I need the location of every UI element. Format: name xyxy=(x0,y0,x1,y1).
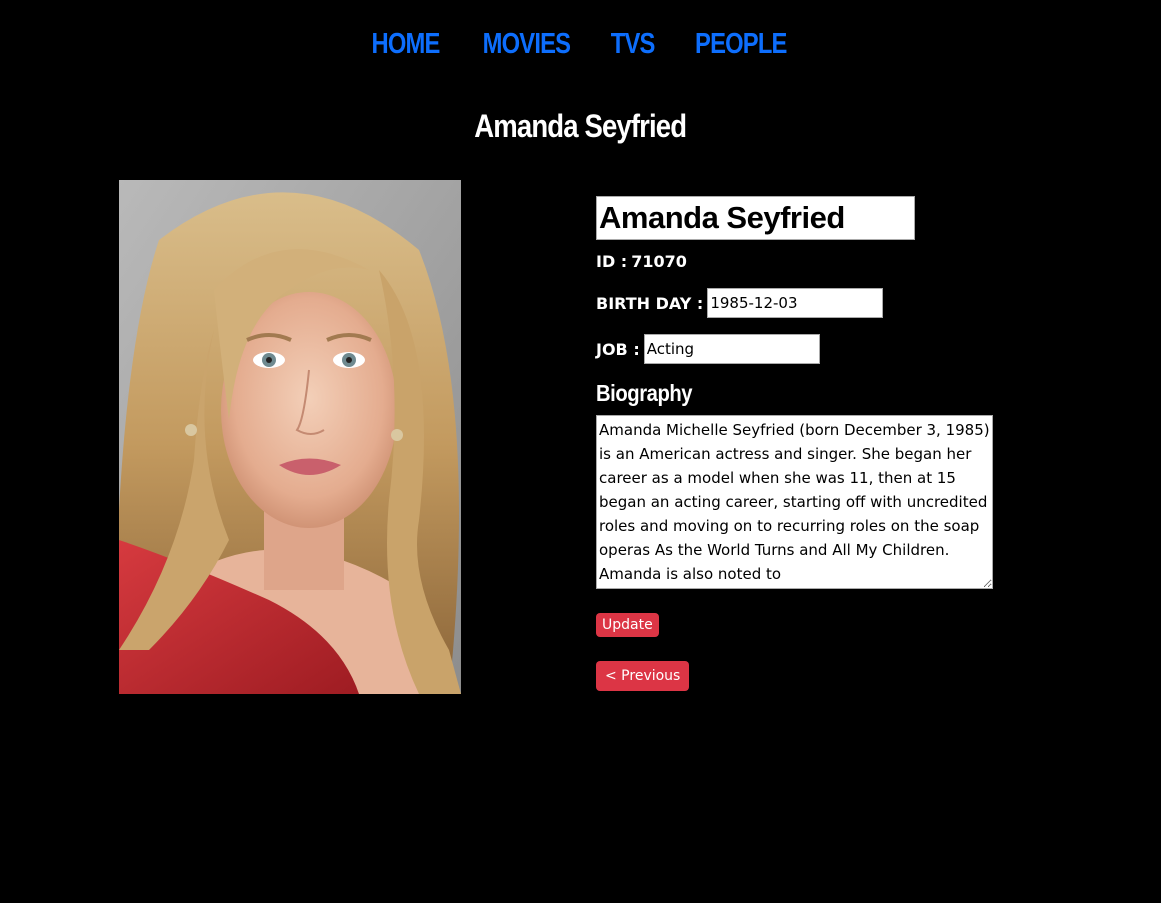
nav-home-link[interactable]: HOME xyxy=(372,28,441,61)
id-value: 71070 xyxy=(631,252,687,271)
biography-heading-text: Biography xyxy=(596,380,693,406)
top-nav: HOME MOVIES TVS PEOPLE xyxy=(0,28,1161,61)
job-row: JOB : xyxy=(596,334,1016,364)
page-title-text: Amanda Seyfried xyxy=(474,108,688,144)
birthday-row: BIRTH DAY : xyxy=(596,288,1016,318)
id-label: ID : xyxy=(596,252,628,271)
nav-tvs-link[interactable]: TVS xyxy=(611,28,656,61)
person-form: ID : 71070 BIRTH DAY : JOB : Biography A… xyxy=(596,196,1016,691)
id-row: ID : 71070 xyxy=(596,252,1016,271)
biography-heading: Biography xyxy=(596,380,1016,407)
job-input[interactable] xyxy=(643,334,820,364)
job-label: JOB : xyxy=(596,339,640,359)
page-title: Amanda Seyfried xyxy=(0,108,1161,145)
nav-movies-link[interactable]: MOVIES xyxy=(483,28,571,61)
birthday-input[interactable] xyxy=(707,288,884,318)
biography-textarea[interactable]: Amanda Michelle Seyfried (born December … xyxy=(596,415,993,589)
name-input[interactable] xyxy=(596,196,915,240)
person-photo xyxy=(119,180,461,694)
update-button[interactable]: Update xyxy=(596,613,659,637)
previous-button[interactable]: < Previous xyxy=(596,661,690,691)
nav-people-link[interactable]: PEOPLE xyxy=(695,28,787,61)
birthday-label: BIRTH DAY : xyxy=(596,293,704,313)
person-photo-image xyxy=(119,180,461,694)
